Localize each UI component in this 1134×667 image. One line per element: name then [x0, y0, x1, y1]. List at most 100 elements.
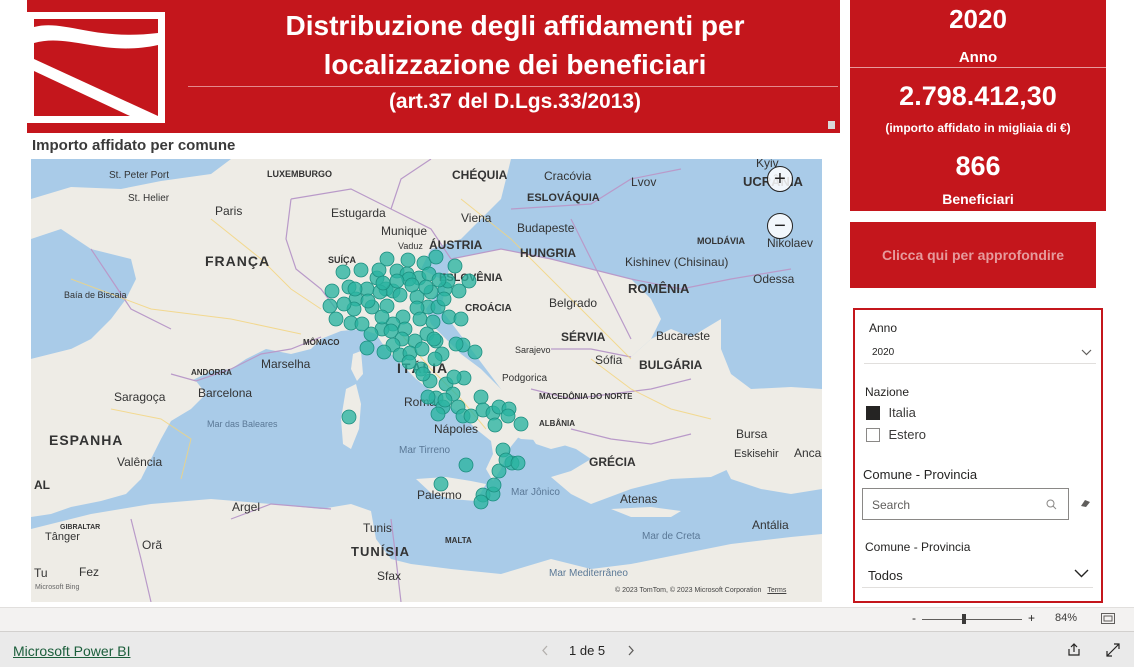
map-marker[interactable] — [500, 408, 516, 424]
label-baia-biscaia: Baía de Biscaia — [64, 290, 127, 300]
label-st-peter-port: St. Peter Port — [109, 170, 169, 181]
label-luxembourg: LUXEMBURGO — [267, 169, 332, 179]
map-marker[interactable] — [453, 311, 469, 327]
label-sfax: Sfax — [377, 569, 401, 583]
zoom-slider-thumb[interactable] — [962, 614, 966, 624]
label-bucareste: Bucareste — [656, 329, 710, 343]
bing-logo: Microsoft Bing — [35, 584, 80, 591]
map-marker[interactable] — [426, 331, 442, 347]
terms-link[interactable]: Terms — [767, 587, 786, 594]
map-marker[interactable] — [400, 252, 416, 268]
comune-filter-label-2: Comune - Provincia — [865, 540, 971, 554]
map-marker[interactable] — [427, 351, 443, 367]
comune-dropdown-value: Todos — [868, 568, 903, 583]
label-marselha: Marselha — [261, 357, 311, 371]
map-marker[interactable] — [487, 417, 503, 433]
map-marker[interactable] — [448, 336, 464, 352]
map-marker[interactable] — [336, 296, 352, 312]
map-marker[interactable] — [461, 273, 477, 289]
kpi-beneficiaries-label: Beneficiari — [942, 191, 1014, 207]
checkbox-estero[interactable] — [866, 427, 880, 442]
map-marker[interactable] — [412, 311, 428, 327]
map-marker[interactable] — [414, 341, 430, 357]
map-marker[interactable] — [360, 293, 376, 309]
map-marker[interactable] — [431, 272, 447, 288]
page-subtitle: (art.37 del D.Lgs.33/2013) — [388, 90, 642, 113]
powerbi-link[interactable]: Microsoft Power BI — [13, 643, 130, 659]
zoom-out-button[interactable]: - — [912, 611, 916, 625]
label-viena: Viena — [461, 211, 492, 225]
checkbox-italia[interactable] — [866, 405, 880, 420]
map-marker[interactable] — [371, 262, 387, 278]
map-marker[interactable] — [328, 311, 344, 327]
kpi-year-value: 2020 — [949, 4, 1007, 34]
label-macedonia: MACEDÔNIA DO NORTE — [539, 392, 633, 401]
map-visual[interactable]: St. Peter Port St. Helier LUXEMBURGO Par… — [31, 159, 822, 602]
fit-to-page-icon[interactable] — [1101, 613, 1115, 624]
map-marker[interactable] — [433, 476, 449, 492]
zoom-in-button[interactable]: + — [1028, 611, 1035, 625]
zoom-out-icon[interactable]: − — [767, 213, 793, 239]
label-franca: FRANÇA — [205, 253, 270, 269]
map-marker[interactable] — [458, 457, 474, 473]
share-icon[interactable] — [1067, 643, 1081, 657]
map-marker[interactable] — [335, 264, 351, 280]
map-marker[interactable] — [436, 291, 452, 307]
label-grecia: GRÉCIA — [589, 454, 636, 469]
map-marker[interactable] — [420, 389, 436, 405]
label-espanha: ESPANHA — [49, 432, 123, 448]
map-marker[interactable] — [428, 249, 444, 265]
nazione-estero-label: Estero — [888, 427, 927, 443]
details-button[interactable]: Clicca qui per approfondire — [850, 222, 1096, 288]
kpi-beneficiaries-value: 866 — [955, 151, 1001, 181]
label-servia: SÉRVIA — [561, 329, 606, 344]
zoom-slider-track[interactable] — [922, 619, 1022, 620]
eraser-icon[interactable] — [1079, 498, 1091, 508]
map-marker[interactable] — [404, 277, 420, 293]
map-marker[interactable] — [353, 262, 369, 278]
map-marker[interactable] — [430, 406, 446, 422]
map-marker[interactable] — [322, 298, 338, 314]
map-marker[interactable] — [389, 273, 405, 289]
map-marker[interactable] — [486, 477, 502, 493]
map-marker[interactable] — [341, 409, 357, 425]
anno-dropdown[interactable]: 2020 — [864, 343, 1096, 364]
map-marker[interactable] — [418, 279, 434, 295]
label-moldavia: MOLDÁVIA — [697, 236, 745, 246]
comune-dropdown[interactable]: Todos — [862, 561, 1093, 588]
map-marker[interactable] — [415, 366, 431, 382]
nazione-option-estero[interactable]: Estero — [866, 426, 926, 444]
map-marker[interactable] — [359, 340, 375, 356]
label-saragoca: Saragoça — [114, 390, 166, 404]
map-marker[interactable] — [513, 416, 529, 432]
chevron-right-icon[interactable] — [627, 645, 635, 656]
map-marker[interactable] — [467, 344, 483, 360]
map-marker[interactable] — [447, 258, 463, 274]
map-marker[interactable] — [376, 344, 392, 360]
label-munique: Munique — [381, 224, 427, 238]
chevron-left-icon[interactable] — [541, 645, 549, 656]
map-marker[interactable] — [473, 389, 489, 405]
title-divider — [188, 86, 838, 87]
map-marker[interactable] — [354, 316, 370, 332]
search-icon — [1046, 499, 1057, 510]
map-marker[interactable] — [473, 494, 489, 510]
comune-search-input[interactable]: Search — [862, 488, 1069, 520]
map-marker[interactable] — [437, 392, 453, 408]
map-marker[interactable] — [446, 369, 462, 385]
map-marker[interactable] — [510, 455, 526, 471]
map-marker[interactable] — [324, 283, 340, 299]
label-napoles: Nápoles — [434, 422, 478, 436]
nazione-option-italia[interactable]: Italia — [866, 404, 916, 422]
fullscreen-icon[interactable] — [1106, 643, 1120, 657]
comune-filter-label: Comune - Provincia — [863, 467, 978, 482]
map-marker[interactable] — [401, 354, 417, 370]
zoom-in-icon[interactable]: + — [767, 166, 793, 192]
map-marker[interactable] — [375, 275, 391, 291]
map-marker[interactable] — [374, 309, 390, 325]
label-nikolaev: Nikolaev — [767, 236, 813, 250]
label-monaco: MÔNACO — [303, 338, 339, 347]
label-bulgaria: BULGÁRIA — [639, 357, 703, 372]
map-marker[interactable] — [347, 281, 363, 297]
map-marker[interactable] — [392, 287, 408, 303]
